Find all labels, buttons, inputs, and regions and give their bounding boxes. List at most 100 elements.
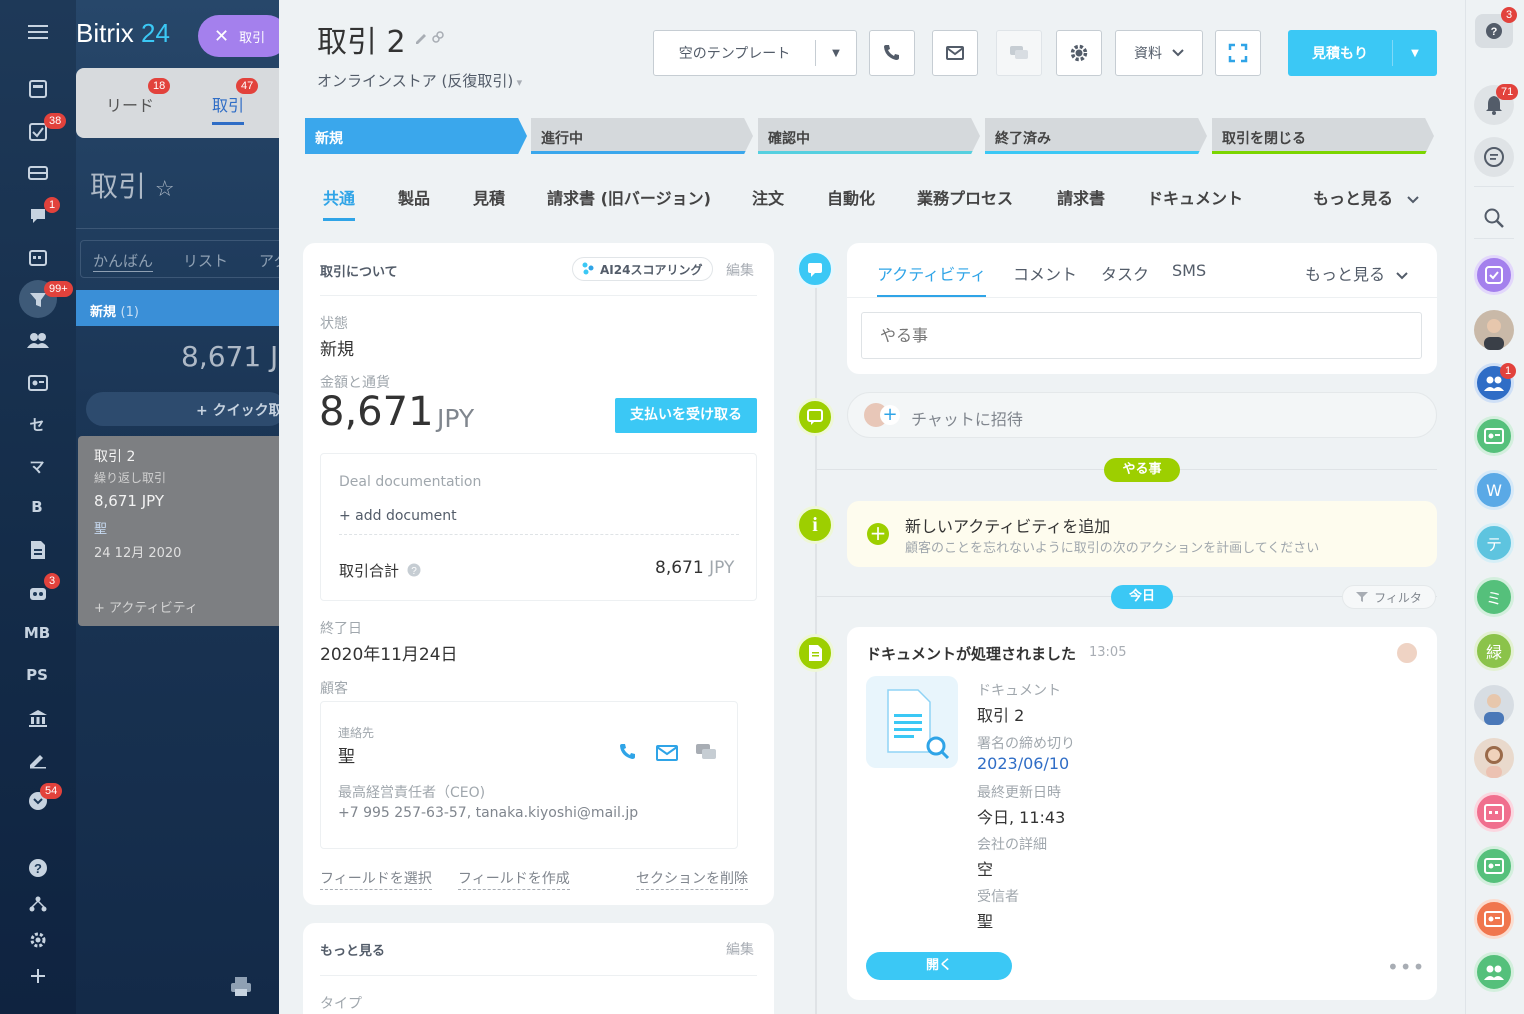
tab-leads[interactable]: リード [106,92,154,116]
contact-card-icon[interactable] [1474,846,1514,886]
star-icon[interactable]: ☆ [155,177,175,202]
users-group-icon[interactable] [1474,952,1514,992]
estimate-button[interactable]: 見積もり ▼ [1288,30,1437,76]
edit-link[interactable]: 編集 [726,260,754,280]
contact-name[interactable]: 聖 [338,742,355,767]
company-value: 空 [977,860,994,879]
event-time: 13:05 [1089,645,1127,660]
call-button[interactable] [869,30,915,76]
tab-products[interactable]: 製品 [398,185,430,209]
robots-badge: 3 [44,573,61,589]
delete-section-link[interactable]: セクションを削除 [636,868,748,890]
close-slider-chip[interactable]: ✕ 取引 [198,15,279,57]
nav-item-ps[interactable]: PS [12,666,62,684]
receive-payment-button[interactable]: 支払いを受け取る [615,398,757,433]
menu-hamburger-icon[interactable] [24,20,52,44]
tab-automation[interactable]: 自動化 [827,185,875,209]
calendar-app-icon[interactable] [1474,792,1514,832]
search-icon[interactable] [1483,207,1505,229]
tab-activity[interactable]: アクティビティ [877,261,987,298]
document-icon[interactable] [24,538,52,562]
tab-task[interactable]: タスク [1101,261,1149,285]
add-document-link[interactable]: + add document [339,508,457,524]
tab-invoices-old[interactable]: 請求書 (旧バージョン) [547,185,711,209]
add-plus-icon[interactable]: + [867,523,889,545]
select-fields-link[interactable]: フィールドを選択 [320,868,432,890]
chat-button[interactable] [996,30,1042,76]
template-dropdown-button[interactable]: 空のテンプレート ▼ [653,30,857,76]
card-icon[interactable] [24,371,52,395]
chevron-down-icon: ▼ [832,47,840,59]
client-label: 顧客 [320,681,348,697]
add-icon[interactable] [24,964,52,988]
tab-general[interactable]: 共通 [323,185,356,221]
email-button[interactable] [932,30,978,76]
group-badge: 1 [1500,363,1517,379]
company-icon[interactable] [24,706,52,730]
stage-done[interactable]: 終了済み [985,118,1207,154]
create-field-link[interactable]: フィールドを作成 [458,868,570,890]
tab-more[interactable]: もっと見る [1313,185,1419,209]
nav-item-b[interactable]: B [12,498,62,516]
stage-review[interactable]: 確認中 [758,118,980,154]
tab-orders[interactable]: 注文 [752,185,784,209]
tab-invoices[interactable]: 請求書 [1057,185,1105,209]
view-list[interactable]: リスト [183,250,228,271]
more-dots-icon[interactable]: ••• [1387,955,1425,979]
filter-button[interactable]: フィルタ [1342,585,1436,609]
tab-deals[interactable]: 取引 [212,92,245,125]
document-thumbnail[interactable] [866,676,958,768]
contacts-icon[interactable] [24,328,52,352]
edit-pencil-icon[interactable] [414,30,428,44]
chat-history-button[interactable] [1474,137,1514,177]
avatar-te[interactable]: テ [1474,523,1514,563]
stage-in-progress[interactable]: 進行中 [531,118,753,154]
invite-to-chat[interactable]: + チャットに招待 [847,392,1437,438]
pipeline-selector[interactable]: オンラインストア (反復取引) ▾ [317,70,522,91]
nav-item-se[interactable]: セ [12,414,62,435]
tab-sms[interactable]: SMS [1172,261,1206,280]
inbox-icon[interactable] [24,161,52,185]
tab-timeline-more[interactable]: もっと見る [1305,261,1408,285]
todo-input[interactable] [861,312,1422,359]
avatar-w[interactable]: W [1474,470,1514,510]
materials-dropdown-button[interactable]: 資料 [1115,30,1203,76]
view-kanban[interactable]: かんばん [93,250,154,272]
tasks-app-icon[interactable] [1474,255,1514,295]
edit-link[interactable]: 編集 [726,939,754,959]
deadline-value[interactable]: 2023/06/10 [977,754,1069,773]
ai-scoring-badge[interactable]: AI24スコアリング [572,257,714,281]
contact-card-icon[interactable] [1474,899,1514,939]
stage-new[interactable]: 新規 [305,118,527,154]
chevron-down-icon[interactable]: ▼ [1393,48,1437,59]
avatar-midori[interactable]: 緑 [1474,631,1514,671]
contact-card-icon[interactable] [1474,416,1514,456]
user-avatar[interactable] [1474,685,1514,725]
tab-quotes[interactable]: 見積 [473,185,505,209]
stage-close-deal[interactable]: 取引を閉じる [1212,118,1434,154]
kanban-deal-card[interactable]: 取引 2 繰り返し取引 8,671 JPY 聖 24 12月 2020 + アク… [78,436,279,626]
open-document-button[interactable]: 開く [866,952,1012,980]
sign-icon[interactable] [24,748,52,772]
help-icon[interactable]: ? [24,856,52,880]
calendar-icon[interactable] [24,245,52,269]
scan-button[interactable] [1215,30,1261,76]
tab-workflows[interactable]: 業務プロセス [917,185,1013,209]
nav-item-mb[interactable]: MB [12,624,62,642]
user-avatar[interactable] [1474,310,1514,350]
avatar-mi[interactable]: ミ [1474,577,1514,617]
link-icon[interactable] [431,30,445,44]
settings-button[interactable] [1056,30,1102,76]
author-avatar[interactable] [1395,641,1419,665]
feed-icon[interactable] [24,77,52,101]
tab-comment[interactable]: コメント [1013,261,1077,285]
printer-icon[interactable] [230,975,252,997]
structure-icon[interactable] [24,892,52,916]
add-activity-card[interactable]: + 新しいアクティビティを追加 顧客のことを忘れないように取引の次のアクションを… [847,501,1437,567]
view-activity[interactable]: アク [259,250,279,271]
nav-item-ma[interactable]: マ [12,456,62,477]
tab-documents[interactable]: ドキュメント [1147,185,1243,209]
quick-add-button[interactable]: + クイック取 [86,392,279,426]
settings-gear-icon[interactable] [24,928,52,952]
user-avatar[interactable] [1474,738,1514,778]
